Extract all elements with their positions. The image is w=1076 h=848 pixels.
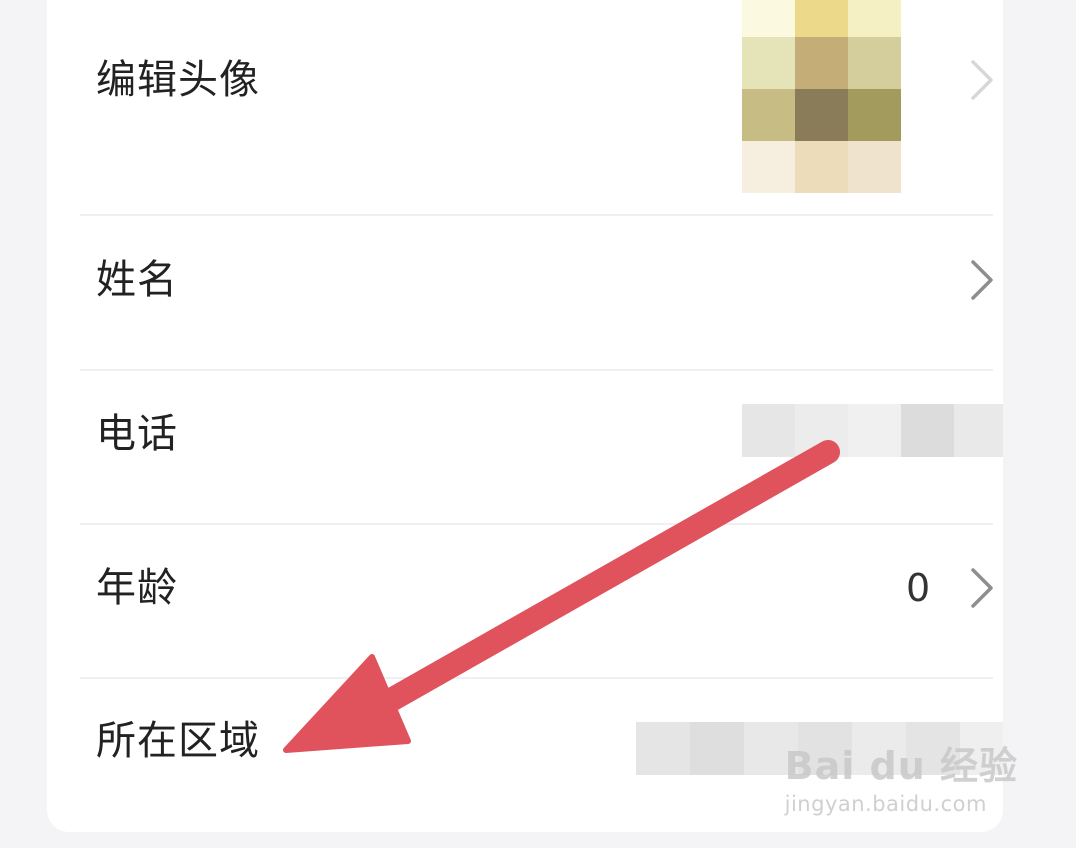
watermark-logo-text: Bai du 经验	[784, 744, 1018, 788]
annotation-arrow	[283, 440, 840, 753]
baidu-jingyan-watermark: Bai du 经验 jingyan.baidu.com	[785, 735, 1018, 816]
watermark-url: jingyan.baidu.com	[784, 792, 987, 816]
